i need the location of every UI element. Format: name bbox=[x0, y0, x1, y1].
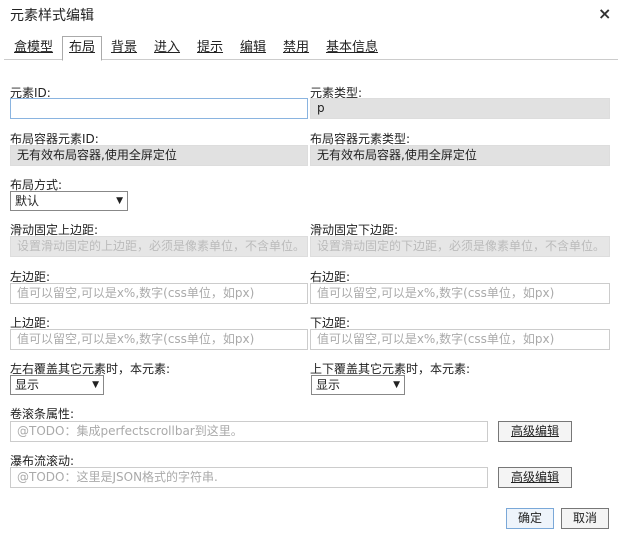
chevron-down-icon: ▼ bbox=[116, 196, 123, 206]
element-type-field: p bbox=[310, 98, 610, 119]
h-overlap-select[interactable]: 显示 ▼ bbox=[10, 375, 104, 395]
waterfall-advanced-edit-button[interactable]: 高级编辑 bbox=[498, 467, 572, 488]
tab-disable[interactable]: 禁用 bbox=[277, 38, 315, 60]
tab-tip[interactable]: 提示 bbox=[191, 38, 229, 60]
dialog-title: 元素样式编辑 bbox=[10, 8, 94, 24]
chevron-down-icon: ▼ bbox=[393, 380, 400, 390]
tab-enter[interactable]: 进入 bbox=[148, 38, 186, 60]
cancel-button[interactable]: 取消 bbox=[561, 508, 609, 529]
bottom-margin-input[interactable]: 值可以留空,可以是x%,数字(css单位，如px) bbox=[310, 329, 610, 350]
container-type-field: 无有效布局容器,使用全屏定位 bbox=[310, 145, 610, 166]
container-id-field: 无有效布局容器,使用全屏定位 bbox=[10, 145, 308, 166]
v-overlap-value: 显示 bbox=[316, 378, 341, 392]
scroll-bottom-input: 设置滑动固定的下边距，必须是像素单位，不含单位。 bbox=[310, 236, 610, 257]
layout-mode-value: 默认 bbox=[15, 194, 40, 208]
v-overlap-select[interactable]: 显示 ▼ bbox=[311, 375, 405, 395]
layout-mode-select[interactable]: 默认 ▼ bbox=[10, 191, 128, 211]
scrollbar-advanced-edit-button[interactable]: 高级编辑 bbox=[498, 421, 572, 442]
top-margin-input[interactable]: 值可以留空,可以是x%,数字(css单位，如px) bbox=[10, 329, 308, 350]
tab-bar: 盒模型 布局 背景 进入 提示 编辑 禁用 基本信息 bbox=[4, 36, 618, 61]
element-id-input[interactable] bbox=[10, 98, 308, 119]
right-margin-input[interactable]: 值可以留空,可以是x%,数字(css单位，如px) bbox=[310, 283, 610, 304]
waterfall-input[interactable]: @TODO：这里是JSON格式的字符串. bbox=[10, 467, 488, 488]
ok-button[interactable]: 确定 bbox=[506, 508, 554, 529]
scroll-top-input: 设置滑动固定的上边距，必须是像素单位，不含单位。 bbox=[10, 236, 308, 257]
scrollbar-input[interactable]: @TODO：集成perfectscrollbar到这里。 bbox=[10, 421, 488, 442]
chevron-down-icon: ▼ bbox=[92, 380, 99, 390]
tab-background[interactable]: 背景 bbox=[105, 38, 143, 60]
tab-edit[interactable]: 编辑 bbox=[234, 38, 272, 60]
dialog-titlebar: 元素样式编辑 × bbox=[0, 0, 624, 30]
h-overlap-value: 显示 bbox=[15, 378, 40, 392]
close-icon[interactable]: × bbox=[598, 4, 611, 23]
left-margin-input[interactable]: 值可以留空,可以是x%,数字(css单位，如px) bbox=[10, 283, 308, 304]
scrollbar-label: 卷滚条属性: bbox=[10, 407, 75, 421]
tab-basic-info[interactable]: 基本信息 bbox=[320, 38, 384, 60]
tab-layout[interactable]: 布局 bbox=[62, 36, 103, 61]
tab-box-model[interactable]: 盒模型 bbox=[8, 38, 59, 60]
